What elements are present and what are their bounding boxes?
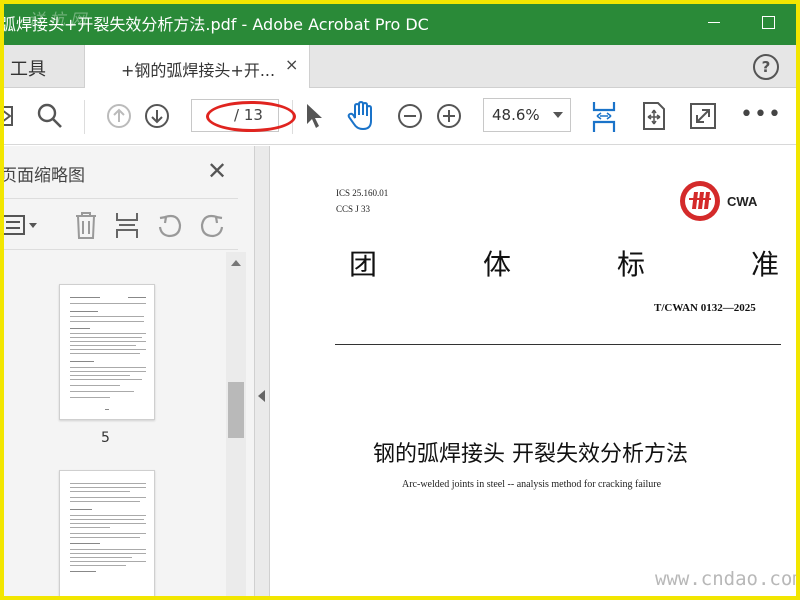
page-thumbnails-panel: 页面缩略图 ✕ 5 (0, 146, 255, 600)
tab-bar: 工具 +钢的弧焊接头+开... × ? (0, 45, 800, 88)
previous-page-icon[interactable] (106, 103, 132, 129)
search-icon[interactable] (36, 102, 64, 130)
document-page: ICS 25.160.01 CCS J 33 CWA 团 体 标 准 T/CWA… (271, 146, 800, 600)
rotate-counterclockwise-icon[interactable] (156, 211, 184, 239)
ccs-code: CCS J 33 (336, 204, 371, 214)
document-title: 钢的弧焊接头 开裂失效分析方法 (373, 442, 688, 467)
thumbnail-list: 5 (0, 252, 226, 600)
cwa-logo-text: CWA (727, 194, 758, 209)
full-screen-icon[interactable] (689, 102, 717, 130)
minimize-button[interactable] (704, 12, 724, 32)
hand-tool-icon[interactable] (346, 100, 376, 132)
scroll-up-icon[interactable] (231, 260, 241, 266)
heading-char: 标 (616, 248, 645, 281)
toolbar-separator (84, 100, 85, 134)
tab-document-label: +钢的弧焊接头+开... (121, 61, 276, 80)
zoom-select[interactable]: 48.6% (483, 98, 571, 132)
zoom-value: 48.6% (492, 106, 540, 124)
panel-title: 页面缩略图 (0, 166, 85, 186)
more-tools-icon[interactable]: ••• (740, 102, 782, 127)
heading-char: 团 (349, 248, 378, 281)
watermark-bottom: www.cndao.com (655, 568, 800, 590)
trash-icon[interactable] (74, 211, 98, 239)
page-thumbnail[interactable] (59, 470, 155, 600)
toolbar: / 13 48.6% ••• (0, 88, 800, 145)
tab-document[interactable]: +钢的弧焊接头+开... × (84, 45, 310, 88)
ics-code: ICS 25.160.01 (336, 188, 389, 198)
title-bar: 弧焊接头+开裂失效分析方法.pdf - Adobe Acrobat Pro DC… (0, 0, 800, 45)
maximize-button[interactable] (758, 12, 778, 32)
tab-tools[interactable]: 工具 (10, 55, 46, 81)
thumbnail-scrollbar[interactable] (226, 252, 246, 600)
zoom-out-icon[interactable] (397, 103, 423, 129)
standard-heading: 团 体 标 准 (349, 243, 779, 283)
chevron-down-icon (553, 112, 563, 118)
highlight-annotation (206, 101, 296, 132)
page-thumbnail[interactable] (59, 284, 155, 420)
zoom-in-icon[interactable] (436, 103, 462, 129)
document-subtitle: Arc-welded joints in steel -- analysis m… (402, 479, 662, 490)
help-icon[interactable]: ? (753, 54, 779, 80)
tab-close-button[interactable]: × (285, 55, 298, 74)
thumbnail-page-label: 5 (101, 430, 110, 446)
standard-number: T/CWAN 0132—2025 (654, 302, 756, 314)
page-edit-icon[interactable] (0, 104, 16, 128)
scroll-mode-icon[interactable] (641, 101, 667, 131)
fit-page-icon[interactable] (590, 100, 618, 134)
rotate-clockwise-icon[interactable] (198, 211, 226, 239)
scrollbar-thumb[interactable] (228, 382, 244, 438)
insert-page-icon[interactable] (114, 211, 140, 239)
select-cursor-icon[interactable] (304, 102, 324, 130)
collapse-arrow-icon (258, 390, 265, 402)
options-menu-icon[interactable] (0, 213, 40, 237)
panel-toolbar (0, 198, 238, 250)
heading-char: 体 (482, 248, 511, 281)
watermark-top: 详 抗 网 (28, 10, 87, 29)
divider (335, 344, 781, 345)
heading-char: 准 (750, 248, 779, 281)
panel-collapse-bar[interactable] (255, 146, 270, 600)
next-page-icon[interactable] (144, 103, 170, 129)
cwa-logo-icon (680, 181, 720, 221)
close-icon[interactable]: ✕ (207, 157, 227, 185)
